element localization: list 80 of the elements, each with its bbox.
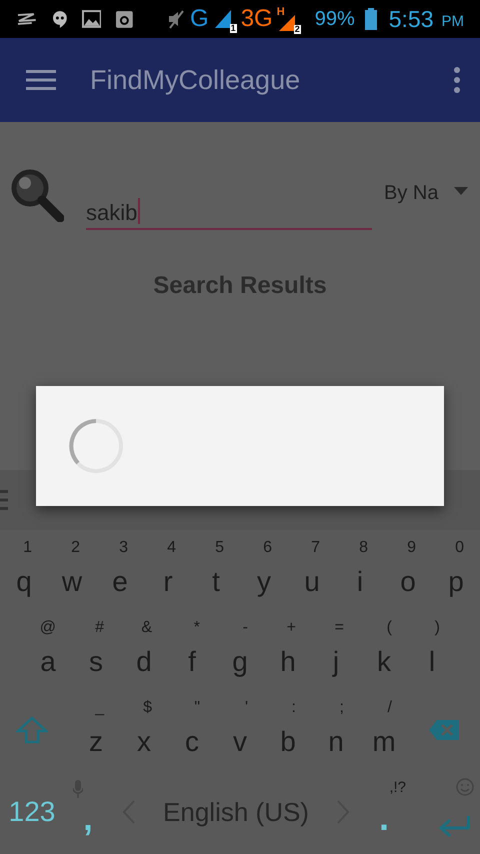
overflow-menu-icon[interactable] [454,67,460,93]
key-hint: ; [340,700,344,716]
keyboard-key[interactable]: * f [168,610,216,690]
key-hint: 2 [71,540,80,556]
key-hint: & [141,620,152,636]
battery-percent: 99% [314,9,355,29]
shift-arrow-icon [16,716,48,744]
keyboard-key[interactable]: ' v [216,690,264,770]
keyboard-key[interactable]: _ z [72,690,120,770]
backspace-icon [429,720,459,740]
keyboard-key[interactable]: 5 t [192,530,240,610]
keyboard-key[interactable]: @ a [24,610,72,690]
keyboard-key[interactable]: 0 p [432,530,480,610]
keyboard-key[interactable]: & d [120,610,168,690]
key-hint: ,!? [389,780,406,795]
keyboard-key[interactable]: ( k [360,610,408,690]
keyboard-key[interactable]: : b [264,690,312,770]
image-icon [82,10,102,28]
key-hint: 5 [215,540,224,556]
key-hint: # [95,620,104,636]
key-hint: 9 [407,540,416,556]
enter-arrow-icon [438,814,470,840]
keyboard-key[interactable]: $ x [120,690,168,770]
key-hint: _ [95,700,104,716]
network-type: G [190,7,209,31]
clock: 5:53 [388,8,434,30]
keyboard-key[interactable]: 8 i [336,530,384,610]
keyboard-key[interactable]: + h [264,610,312,690]
zigzag-icon [16,12,38,26]
key-hint: $ [143,700,152,716]
sim-number: 2 [294,25,301,34]
keyboard-key[interactable]: ) l [408,610,456,690]
menu-icon[interactable] [26,69,56,91]
key-hint: - [242,620,248,636]
battery-icon [364,8,377,30]
camera-icon [115,10,134,28]
keyboard-key[interactable]: " c [168,690,216,770]
keyboard-key[interactable]: 3 e [96,530,144,610]
am-pm: PM [442,14,464,28]
keyboard-key[interactable]: 2 w [48,530,96,610]
key-hint: 0 [455,540,464,556]
key-hint: = [334,620,344,636]
keyboard-key[interactable]: 6 y [240,530,288,610]
key-hint: : [292,700,296,716]
key-hint: 3 [119,540,128,556]
network-type: H [276,7,285,18]
key-hint: 7 [311,540,320,556]
keyboard-key[interactable]: ; n [312,690,360,770]
key-hint: 4 [167,540,176,556]
symbols-key[interactable]: 123 [0,772,64,852]
key-hint: 1 [23,540,32,556]
keyboard-key[interactable]: 1 q [0,530,48,610]
keyboard-key[interactable]: - g [216,610,264,690]
keyboard-key[interactable]: 7 u [288,530,336,610]
filter-dropdown[interactable]: By Na [384,178,478,208]
key-hint: 6 [263,540,272,556]
key-hint: * [194,620,200,636]
keyboard-key[interactable]: # s [72,610,120,690]
key-hint: / [388,700,392,716]
key-hint: @ [40,620,56,636]
muted-speaker-icon [166,9,186,29]
loading-spinner-icon [68,418,124,474]
keyboard-key[interactable]: / m [360,690,408,770]
key-hint: + [286,620,296,636]
chat-bubble-icon [52,10,68,28]
period-key[interactable]: ,!? . [360,772,408,852]
key-hint: ' [244,700,248,716]
dropdown-arrow-icon [454,187,468,195]
search-field[interactable]: sakib [86,190,372,230]
key-hint: ( [386,620,392,636]
keyboard-key[interactable]: = j [312,610,360,690]
key-hint: 8 [359,540,368,556]
comma-key[interactable]: , [64,772,112,852]
network-type: 3G [240,7,273,31]
key-hint: " [194,700,200,716]
sim-number: 1 [230,24,237,33]
key-hint: ) [434,620,440,636]
app-title: FindMyColleague [90,64,300,97]
keyboard-key[interactable]: 4 r [144,530,192,610]
keyboard-key[interactable]: 9 o [384,530,432,610]
